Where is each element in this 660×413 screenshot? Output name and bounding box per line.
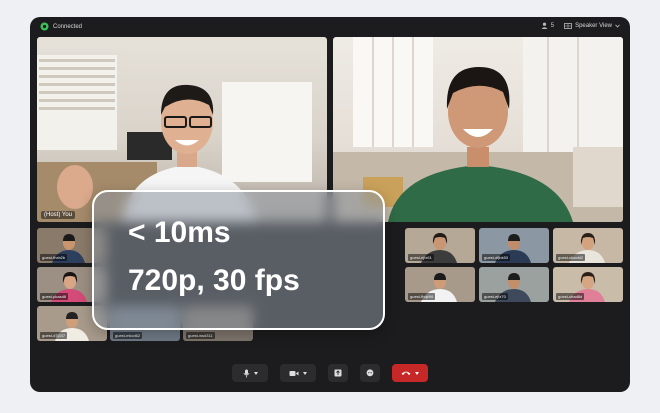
chevron-down-icon[interactable] — [303, 371, 307, 375]
chat-icon — [366, 369, 374, 377]
mic-button[interactable] — [232, 364, 268, 382]
performance-callout: < 10ms 720p, 30 fps — [92, 190, 385, 330]
gallery-tile[interactable]: guest-ejfz70 — [479, 267, 549, 302]
participant-count-value: 5 — [550, 22, 555, 29]
chat-button[interactable] — [360, 364, 380, 382]
chevron-down-icon[interactable] — [253, 371, 258, 375]
gallery-tile[interactable]: guest-dfjbk53 — [479, 228, 549, 263]
gallery-tile-label: guest-ejfz61 — [408, 254, 434, 261]
gallery-tile-label: guest-ejfz70 — [482, 293, 508, 300]
gallery-tile-label: guest-fhxb2b — [40, 254, 68, 261]
gallery-tile-label: guest-fhqb96 — [408, 293, 436, 300]
share-icon — [334, 369, 342, 377]
end-call-button[interactable] — [392, 364, 428, 382]
gallery-tile-label: guest-cbad8d — [556, 293, 585, 300]
chevron-down-icon[interactable] — [415, 371, 419, 375]
gallery-tile-label: guest-wsd311 — [186, 332, 215, 339]
gallery-tile-label: guest-d7j347 — [40, 332, 68, 339]
gallery-tile[interactable]: guest-cbacfd2 — [553, 228, 623, 263]
participant-count[interactable]: 5 — [541, 22, 554, 29]
gallery-tile-label: guest-pkasd8 — [40, 293, 69, 300]
gallery-tile-label: guest-dfjbk53 — [482, 254, 511, 261]
latency-text: < 10ms — [128, 216, 231, 249]
gallery-tile-label: guest-mkcd62 — [113, 332, 143, 339]
view-selector[interactable]: Speaker View — [564, 23, 620, 29]
gallery-tile[interactable]: guest-cbad8d — [553, 267, 623, 302]
connection-status-text: Connected — [53, 23, 83, 30]
connection-status: Connected — [40, 22, 82, 31]
tile-name-label: (Host) You — [41, 211, 76, 219]
camera-icon — [289, 370, 299, 376]
resolution-framerate-text: 720p, 30 fps — [128, 264, 300, 297]
gallery-tile[interactable]: guest-fhqb96 — [405, 267, 475, 302]
share-screen-button[interactable] — [328, 364, 348, 382]
gallery-tile[interactable]: guest-ejfz61 — [405, 228, 475, 263]
mic-icon — [242, 369, 250, 377]
gallery-tile-label: guest-cbacfd2 — [556, 254, 586, 261]
camera-button[interactable] — [280, 364, 316, 382]
person-icon — [541, 22, 548, 29]
chevron-down-icon — [615, 24, 620, 28]
grid-view-icon — [564, 22, 572, 29]
call-controls — [30, 364, 630, 382]
view-selector-label: Speaker View — [575, 22, 612, 29]
connected-icon — [40, 22, 49, 31]
phone-hangup-icon — [401, 371, 411, 375]
top-bar: Connected 5 Speaker View — [30, 17, 630, 37]
